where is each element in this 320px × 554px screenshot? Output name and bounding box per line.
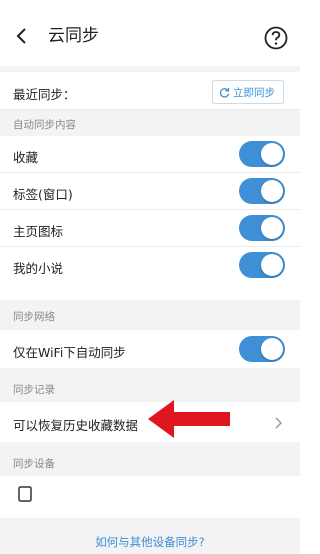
section-title: 同步网络 [13, 311, 55, 323]
question-circle-icon[interactable] [264, 26, 288, 50]
sync-item-novels: 我的小说 [0, 247, 300, 284]
wifi-only-label: 仅在WiFi下自动同步 [13, 345, 126, 360]
home-icons-toggle[interactable] [239, 215, 285, 241]
recent-sync-row: 最近同步： 立即同步 [0, 72, 300, 110]
app-header: 云同步 [0, 0, 300, 66]
restore-history-label: 可以恢复历史收藏数据 [13, 418, 139, 433]
section-header-devices: 同步设备 [0, 442, 300, 476]
wifi-only-row: 仅在WiFi下自动同步 [0, 330, 300, 368]
toggle-knob [261, 143, 283, 165]
toggle-knob [261, 217, 283, 239]
chevron-right-icon [275, 417, 282, 429]
chevron-left-icon[interactable] [16, 28, 28, 44]
favorites-toggle[interactable] [239, 141, 285, 167]
section-title: 自动同步内容 [13, 119, 76, 131]
sync-item-label: 收藏 [13, 150, 39, 165]
sync-item-tabs: 标签(窗口) [0, 173, 300, 210]
section-header-auto-sync: 自动同步内容 [0, 110, 300, 136]
recent-sync-label: 最近同步： [13, 87, 76, 102]
red-arrow-left-icon [148, 400, 230, 438]
wifi-only-toggle[interactable] [239, 336, 285, 362]
sync-item-label: 标签(窗口) [13, 187, 73, 202]
section-title: 同步设备 [13, 458, 55, 470]
sync-item-label: 我的小说 [13, 261, 64, 276]
sync-item-label: 主页图标 [13, 224, 64, 239]
novels-toggle[interactable] [239, 252, 285, 278]
refresh-icon [219, 87, 230, 98]
section-header-network: 同步网络 [0, 300, 300, 330]
section-header-records: 同步记录 [0, 368, 300, 402]
sync-now-button[interactable]: 立即同步 [212, 80, 284, 104]
section-title: 同步记录 [13, 384, 55, 396]
toggle-knob [261, 180, 283, 202]
page-title: 云同步 [48, 26, 99, 46]
sync-item-favorites: 收藏 [0, 136, 300, 173]
toggle-knob [261, 338, 283, 360]
sync-now-label: 立即同步 [233, 86, 275, 99]
sync-help-link[interactable]: 如何与其他设备同步? [0, 534, 300, 550]
tabs-toggle[interactable] [239, 178, 285, 204]
sync-item-home-icons: 主页图标 [0, 210, 300, 247]
toggle-knob [261, 254, 283, 276]
phone-icon [18, 486, 32, 502]
device-row [0, 476, 300, 518]
